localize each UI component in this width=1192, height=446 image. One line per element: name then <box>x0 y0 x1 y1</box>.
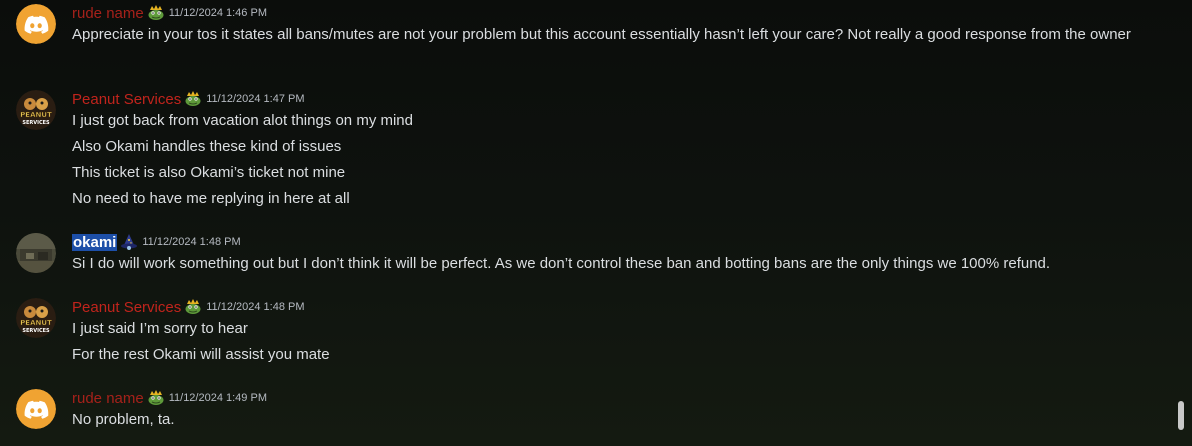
username[interactable]: Peanut Services <box>72 91 181 108</box>
discord-logo-icon <box>16 389 56 429</box>
scrollbar-thumb[interactable] <box>1178 401 1184 430</box>
avatar[interactable] <box>16 389 56 429</box>
timestamp: 11/12/2024 1:48 PM <box>142 236 241 248</box>
avatar[interactable]: PEANUT SERVICES <box>16 90 56 130</box>
avatar-text-services: SERVICES <box>22 120 50 126</box>
frog-crown-icon <box>147 5 165 21</box>
message-header: Peanut Services 11/12/2024 1:48 PM <box>72 296 305 318</box>
avatar[interactable]: PEANUT SERVICES <box>16 298 56 338</box>
scrollbar[interactable] <box>1178 0 1186 446</box>
timestamp: 11/12/2024 1:48 PM <box>206 301 305 313</box>
message-text: Appreciate in your tos it states all ban… <box>72 26 1131 43</box>
username[interactable]: rude name <box>72 390 144 407</box>
timestamp: 11/12/2024 1:49 PM <box>168 392 267 404</box>
peanut-services-logo: PEANUT SERVICES <box>16 90 56 130</box>
message-text: This ticket is also Okami’s ticket not m… <box>72 164 346 181</box>
avatar[interactable] <box>16 233 56 273</box>
timestamp: 11/12/2024 1:46 PM <box>168 7 267 19</box>
message-text: Also Okami handles these kind of issues <box>72 138 342 155</box>
timestamp: 11/12/2024 1:47 PM <box>206 93 305 105</box>
wizard-hat-icon <box>120 234 138 250</box>
username[interactable]: okami <box>72 233 118 251</box>
message-text: No need to have me replying in here at a… <box>72 190 350 207</box>
chat-message-list: rude name 11/12/2024 1:46 PM Appreciate … <box>0 0 1176 446</box>
okami-photo <box>16 233 56 273</box>
avatar-text-services: SERVICES <box>22 328 50 334</box>
frog-crown-icon <box>184 91 202 107</box>
username[interactable]: rude name <box>72 5 144 22</box>
avatar[interactable] <box>16 4 56 44</box>
message-text: I just said I’m sorry to hear <box>72 320 248 337</box>
avatar-text-peanut: PEANUT <box>20 319 52 327</box>
message-text: I just got back from vacation alot thing… <box>72 112 413 129</box>
frog-crown-icon <box>184 299 202 315</box>
message-header: Peanut Services 11/12/2024 1:47 PM <box>72 88 305 110</box>
message-header: rude name 11/12/2024 1:46 PM <box>72 2 267 24</box>
message-header: rude name 11/12/2024 1:49 PM <box>72 387 267 409</box>
frog-crown-icon <box>147 390 165 406</box>
message-text: Si I do will work something out but I do… <box>72 255 1051 272</box>
message-text: For the rest Okami will assist you mate <box>72 346 330 363</box>
message-text: No problem, ta. <box>72 411 175 428</box>
username[interactable]: Peanut Services <box>72 299 181 316</box>
discord-logo-icon <box>16 4 56 44</box>
message-header: okami 11/12/2024 1:48 PM <box>72 231 241 253</box>
peanut-services-logo: PEANUT SERVICES <box>16 298 56 338</box>
avatar-text-peanut: PEANUT <box>20 111 52 119</box>
